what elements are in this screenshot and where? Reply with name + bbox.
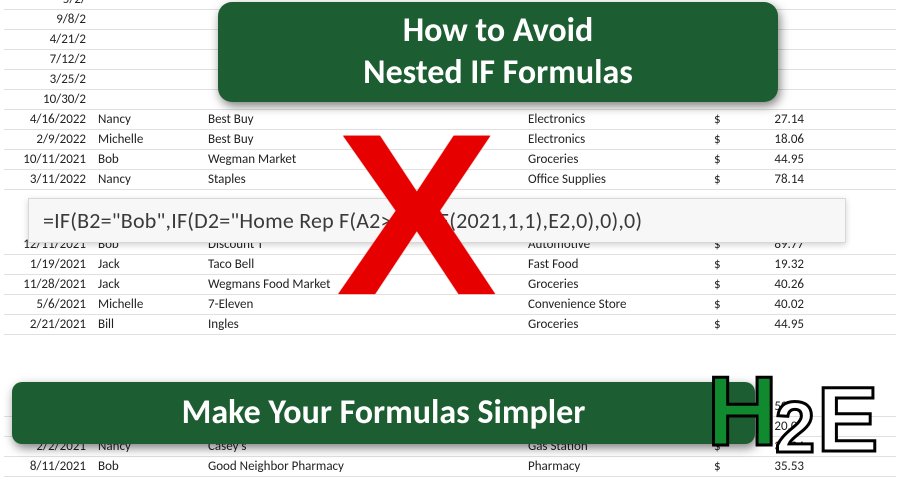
cell-date[interactable]: 4/16/2022: [4, 112, 94, 127]
cell-date[interactable]: 3/11/2022: [4, 172, 94, 187]
cell-amount[interactable]: 40.02: [744, 297, 814, 312]
cell-store[interactable]: 7-Eleven: [204, 297, 524, 312]
cell-category[interactable]: Convenience Store: [524, 297, 714, 312]
cell-date[interactable]: 5/2/: [4, 0, 94, 7]
cell-category[interactable]: Pharmacy: [524, 459, 714, 474]
cell-name[interactable]: Michelle: [94, 132, 204, 147]
cell-date[interactable]: 1/19/2021: [4, 257, 94, 272]
cell-amount[interactable]: 44.95: [744, 317, 814, 332]
cell-name[interactable]: Nancy: [94, 172, 204, 187]
cell-currency[interactable]: $: [714, 132, 744, 147]
cell-category[interactable]: Groceries: [524, 317, 714, 332]
subtitle-text: Make Your Formulas Simpler: [182, 392, 586, 435]
cell-store[interactable]: Staples: [204, 172, 524, 187]
cell-category[interactable]: Electronics: [524, 112, 714, 127]
cell-category[interactable]: Office Supplies: [524, 172, 714, 187]
cell-amount[interactable]: 78.14: [744, 172, 814, 187]
cell-date[interactable]: 4/21/2: [4, 32, 94, 47]
cell-name[interactable]: Nancy: [94, 112, 204, 127]
table-row[interactable]: 1/19/2021JackTaco BellFast Food$19.32: [4, 255, 896, 275]
cell-store[interactable]: Ingles: [204, 317, 524, 332]
cell-currency[interactable]: $: [714, 317, 744, 332]
table-row[interactable]: 11/28/2021JackWegmans Food MarketGroceri…: [4, 275, 896, 295]
cell-date[interactable]: 3/25/2: [4, 72, 94, 87]
cell-date[interactable]: 10/11/2021: [4, 152, 94, 167]
cell-currency[interactable]: $: [714, 277, 744, 292]
cell-date[interactable]: 8/11/2021: [4, 459, 94, 474]
logo-2-letter: 2: [775, 392, 815, 464]
cell-category[interactable]: Electronics: [524, 132, 714, 147]
cell-amount[interactable]: 27.14: [744, 112, 814, 127]
formula-text: =IF(B2="Bob",IF(D2="Home Rep F(A2>=DATE(…: [43, 207, 642, 234]
table-row[interactable]: 2/21/2021BillInglesGroceries$44.95: [4, 315, 896, 335]
cell-store[interactable]: Best Buy: [204, 132, 524, 147]
cell-amount[interactable]: 19.32: [744, 257, 814, 272]
table-row[interactable]: 10/11/2021BobWegman MarketGroceries$44.9…: [4, 150, 896, 170]
logo-h-letter: H: [707, 362, 778, 460]
cell-name[interactable]: Bob: [94, 459, 204, 474]
title-line-2: Nested IF Formulas: [363, 52, 633, 95]
cell-store[interactable]: Best Buy: [204, 112, 524, 127]
cell-amount[interactable]: 18.06: [744, 132, 814, 147]
cell-currency[interactable]: $: [714, 172, 744, 187]
cell-date[interactable]: 2/21/2021: [4, 317, 94, 332]
table-row[interactable]: 4/16/2022NancyBest BuyElectronics$27.14: [4, 110, 896, 130]
title-banner-top: How to Avoid Nested IF Formulas: [218, 2, 778, 102]
cell-name[interactable]: Michelle: [94, 297, 204, 312]
cell-store[interactable]: Good Neighbor Pharmacy: [204, 459, 524, 474]
cell-amount[interactable]: 44.95: [744, 152, 814, 167]
cell-category[interactable]: Groceries: [524, 277, 714, 292]
cell-store[interactable]: Wegmans Food Market: [204, 277, 524, 292]
table-row[interactable]: 5/6/2021Michelle7-ElevenConvenience Stor…: [4, 295, 896, 315]
cell-store[interactable]: Taco Bell: [204, 257, 524, 272]
title-banner-bottom: Make Your Formulas Simpler: [12, 382, 755, 444]
logo-e-letter: E: [817, 374, 878, 466]
rows-mid: 12/11/2021BobDiscount TAutomotive$89.771…: [4, 235, 896, 335]
cell-date[interactable]: 9/8/2: [4, 12, 94, 27]
cell-amount[interactable]: 40.26: [744, 277, 814, 292]
title-line-1: How to Avoid: [403, 10, 594, 53]
cell-currency[interactable]: $: [714, 257, 744, 272]
formula-bar[interactable]: =IF(B2="Bob",IF(D2="Home Rep F(A2>=DATE(…: [28, 198, 846, 243]
cell-name[interactable]: Bill: [94, 317, 204, 332]
table-row[interactable]: 3/11/2022NancyStaplesOffice Supplies$78.…: [4, 170, 896, 190]
table-row[interactable]: 2/9/2022MichelleBest BuyElectronics$18.0…: [4, 130, 896, 150]
cell-date[interactable]: 2/9/2022: [4, 132, 94, 147]
cell-date[interactable]: 10/30/2: [4, 92, 94, 107]
h2e-logo: H 2 E: [707, 362, 882, 482]
cell-currency[interactable]: $: [714, 112, 744, 127]
cell-name[interactable]: Jack: [94, 277, 204, 292]
cell-date[interactable]: 7/12/2: [4, 52, 94, 67]
cell-name[interactable]: Jack: [94, 257, 204, 272]
cell-category[interactable]: Groceries: [524, 152, 714, 167]
cell-category[interactable]: Fast Food: [524, 257, 714, 272]
cell-currency[interactable]: $: [714, 297, 744, 312]
cell-name[interactable]: Bob: [94, 152, 204, 167]
cell-store[interactable]: Wegman Market: [204, 152, 524, 167]
cell-date[interactable]: 5/6/2021: [4, 297, 94, 312]
cell-currency[interactable]: $: [714, 152, 744, 167]
cell-date[interactable]: 11/28/2021: [4, 277, 94, 292]
